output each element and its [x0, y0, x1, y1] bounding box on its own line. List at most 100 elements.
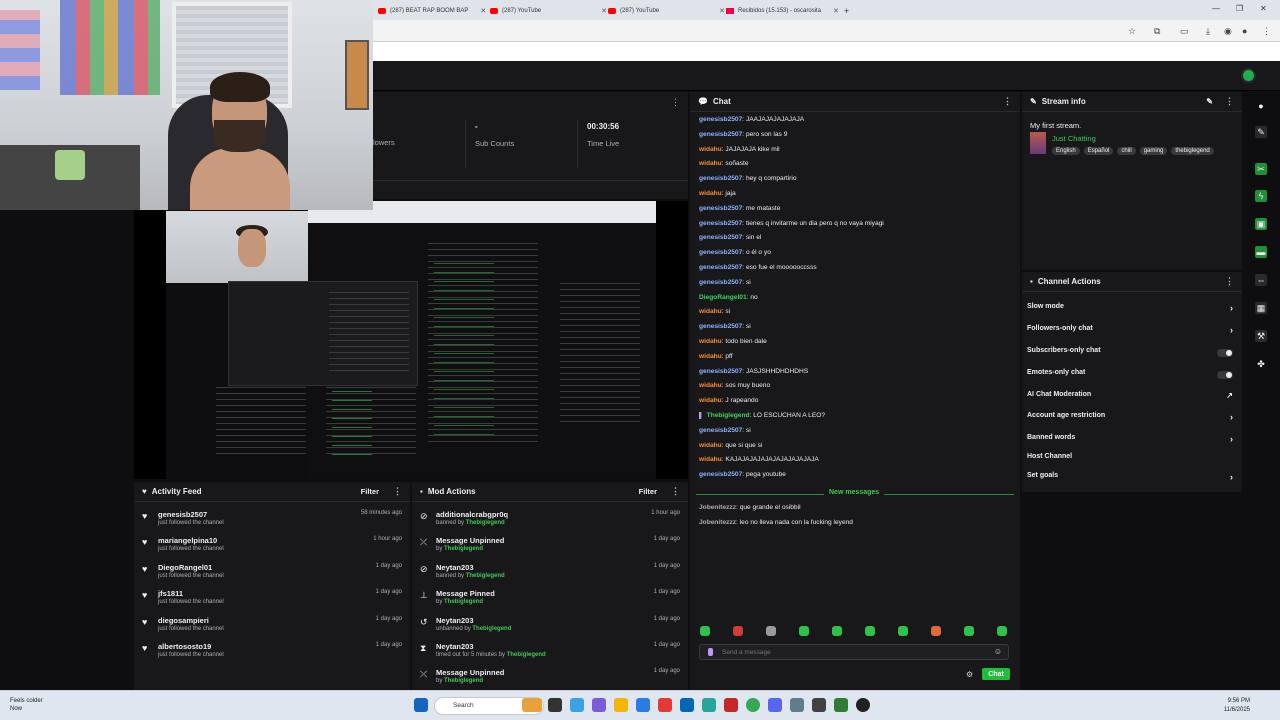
store-icon[interactable]: [680, 698, 694, 712]
edit-icon[interactable]: ✎: [1206, 97, 1213, 106]
chat-message[interactable]: genesisb2507: me mataste: [699, 205, 1009, 220]
list-item[interactable]: ♥ genesisb2507 just followed the channel 58…: [134, 506, 410, 532]
chat-username[interactable]: widahu: [699, 382, 722, 389]
app-icon[interactable]: [702, 698, 716, 712]
calendar-icon[interactable]: ▦: [1255, 302, 1267, 314]
chat-username[interactable]: genesisb2507: [699, 116, 742, 123]
chat-username[interactable]: genesisb2507: [699, 279, 742, 286]
new-tab-button[interactable]: +: [838, 3, 855, 18]
more-options-icon[interactable]: ⋮: [671, 486, 680, 497]
clip-icon[interactable]: ✂: [1255, 163, 1267, 175]
emote-icon[interactable]: [865, 626, 875, 636]
obs-icon[interactable]: [856, 698, 870, 712]
chat-message[interactable]: widahu: jaja: [699, 190, 1009, 205]
add-action-icon[interactable]: ✤: [1255, 358, 1267, 370]
chat-message[interactable]: genesisb2507: eso fue el moooooccsss: [699, 264, 1009, 279]
emote-icon[interactable]: [964, 626, 974, 636]
discord-icon[interactable]: [768, 698, 782, 712]
emote-icon[interactable]: [799, 626, 809, 636]
download-icon[interactable]: ⤓: [1206, 26, 1210, 37]
emote-icon[interactable]: [700, 626, 710, 636]
menu-icon[interactable]: ⋮: [1262, 26, 1271, 37]
chat-username[interactable]: widahu: [699, 160, 722, 167]
browser-tab[interactable]: Recibidos (15.153) - oscarosita ✕: [720, 3, 845, 18]
chat-message[interactable]: genesisb2507: si: [699, 323, 1009, 338]
chat-message[interactable]: genesisb2507: si: [699, 427, 1009, 442]
chat-message[interactable]: widahu: pff: [699, 353, 1009, 368]
chat-input-box[interactable]: ☺: [699, 644, 1009, 660]
list-item[interactable]: ⊘ additionalcrabgpr0q banned by Thebiglege…: [412, 506, 688, 532]
list-item[interactable]: ⊘ Neytan203 banned by Thebiglegend 1 day ag…: [412, 559, 688, 585]
chat-username[interactable]: widahu: [699, 190, 722, 197]
list-item[interactable]: ⊥ Message Pinned by Thebiglegend 1 day ago: [412, 585, 688, 611]
star-icon[interactable]: ☆: [1128, 26, 1136, 37]
browser-tab[interactable]: (287) YouTube ✕: [484, 3, 613, 18]
filter-button[interactable]: Filter: [361, 487, 379, 496]
chat-message[interactable]: widahu: J rapeando: [699, 397, 1009, 412]
chat-message[interactable]: DiegoRangel01: no: [699, 294, 1009, 309]
teams-icon[interactable]: [592, 698, 606, 712]
toggle-switch[interactable]: [1217, 371, 1233, 379]
app-icon[interactable]: [658, 698, 672, 712]
chat-message[interactable]: genesisb2507: hey q compartirio: [699, 175, 1009, 190]
chat-message[interactable]: genesisb2507: o él o yo: [699, 249, 1009, 264]
system-clock[interactable]: 9:56 PM 11/6/2025: [1224, 697, 1250, 715]
chat-username[interactable]: genesisb2507: [699, 205, 742, 212]
widget-icon[interactable]: [522, 698, 542, 712]
browser-tab[interactable]: (287) BEAT RAP BOOM BAP ✕: [372, 3, 492, 18]
bolt-icon[interactable]: ϟ: [1255, 190, 1267, 202]
tag[interactable]: chill: [1117, 147, 1136, 155]
list-item[interactable]: ⧗ Neytan203 timed out for 5 minutes by The…: [412, 638, 688, 664]
chat-username[interactable]: widahu: [699, 308, 722, 315]
emote-icon[interactable]: [832, 626, 842, 636]
settings-icon[interactable]: ⚒: [1255, 330, 1267, 342]
chat-username[interactable]: genesisb2507: [699, 427, 742, 434]
more-options-icon[interactable]: ⋮: [393, 486, 402, 497]
chat-message[interactable]: genesisb2507: JAAJAJAJAJAJAJA: [699, 116, 1009, 131]
filter-button[interactable]: Filter: [639, 487, 657, 496]
chat-message[interactable]: genesisb2507: pero son las 9: [699, 131, 1009, 146]
set-goals-action[interactable]: Set goals ›: [1027, 472, 1237, 486]
chat-message[interactable]: Jobenitezzz: que grande el osibbil: [699, 504, 1009, 519]
banned-words-action[interactable]: Banned words ›: [1027, 434, 1237, 448]
tag[interactable]: thebiglegend: [1171, 147, 1214, 155]
minimize-button[interactable]: —: [1212, 4, 1220, 13]
more-options-icon[interactable]: ⋮: [671, 97, 680, 108]
list-item[interactable]: ♥ jfs1811 just followed the channel 1 day a…: [134, 585, 410, 611]
weather-widget[interactable]: Feels colder Now: [10, 697, 43, 713]
slow-mode-action[interactable]: Slow mode ›: [1027, 303, 1237, 317]
chat-message[interactable]: genesisb2507: JASJSHHDHDHDHS: [699, 368, 1009, 383]
chat-message[interactable]: genesisb2507: si: [699, 279, 1009, 294]
chat-message[interactable]: genesisb2507: tienes q invitarme un dia …: [699, 220, 1009, 235]
chat-username[interactable]: genesisb2507: [699, 249, 742, 256]
app-icon[interactable]: [834, 698, 848, 712]
shield-icon[interactable]: ▣: [1255, 218, 1267, 230]
extensions-icon[interactable]: ⧉: [1154, 26, 1160, 37]
chat-settings-icon[interactable]: ⚙: [966, 670, 973, 679]
chat-message[interactable]: widahu: si: [699, 308, 1009, 323]
raid-icon[interactable]: ⇔: [1255, 274, 1267, 286]
app-icon[interactable]: [724, 698, 738, 712]
profile-icon[interactable]: ◉: [1224, 26, 1232, 37]
chat-username[interactable]: genesisb2507: [699, 220, 742, 227]
list-item[interactable]: ⤫ Message Unpinned by Thebiglegend 1 day ag…: [412, 532, 688, 558]
list-item[interactable]: ♥ mariangelpina10 just followed the channe…: [134, 532, 410, 558]
chat-username[interactable]: widahu: [699, 442, 722, 449]
send-chat-button[interactable]: Chat: [982, 668, 1010, 680]
chat-username[interactable]: Jobenitezzz: [699, 504, 736, 511]
account-age-action[interactable]: Account age restriction ›: [1027, 412, 1237, 426]
emote-icon[interactable]: [931, 626, 941, 636]
edge-icon[interactable]: [570, 698, 584, 712]
close-window-button[interactable]: ✕: [1260, 4, 1267, 13]
chat-username[interactable]: widahu: [699, 146, 722, 153]
list-item[interactable]: ⤫ Message Unpinned by Thebiglegend 1 day ag…: [412, 664, 688, 690]
toggle-switch[interactable]: [1217, 349, 1233, 357]
chat-username[interactable]: Jobenitezzz: [699, 519, 736, 526]
chat-message[interactable]: widahu: que si que si: [699, 442, 1009, 457]
chat-username[interactable]: widahu: [699, 353, 722, 360]
subscribers-only-action[interactable]: Subscribers-only chat: [1027, 347, 1237, 361]
task-view-icon[interactable]: [548, 698, 562, 712]
tag[interactable]: gaming: [1139, 147, 1168, 155]
chat-username[interactable]: widahu: [699, 397, 722, 404]
list-item[interactable]: ♥ albertososto19 just followed the channel…: [134, 638, 410, 664]
